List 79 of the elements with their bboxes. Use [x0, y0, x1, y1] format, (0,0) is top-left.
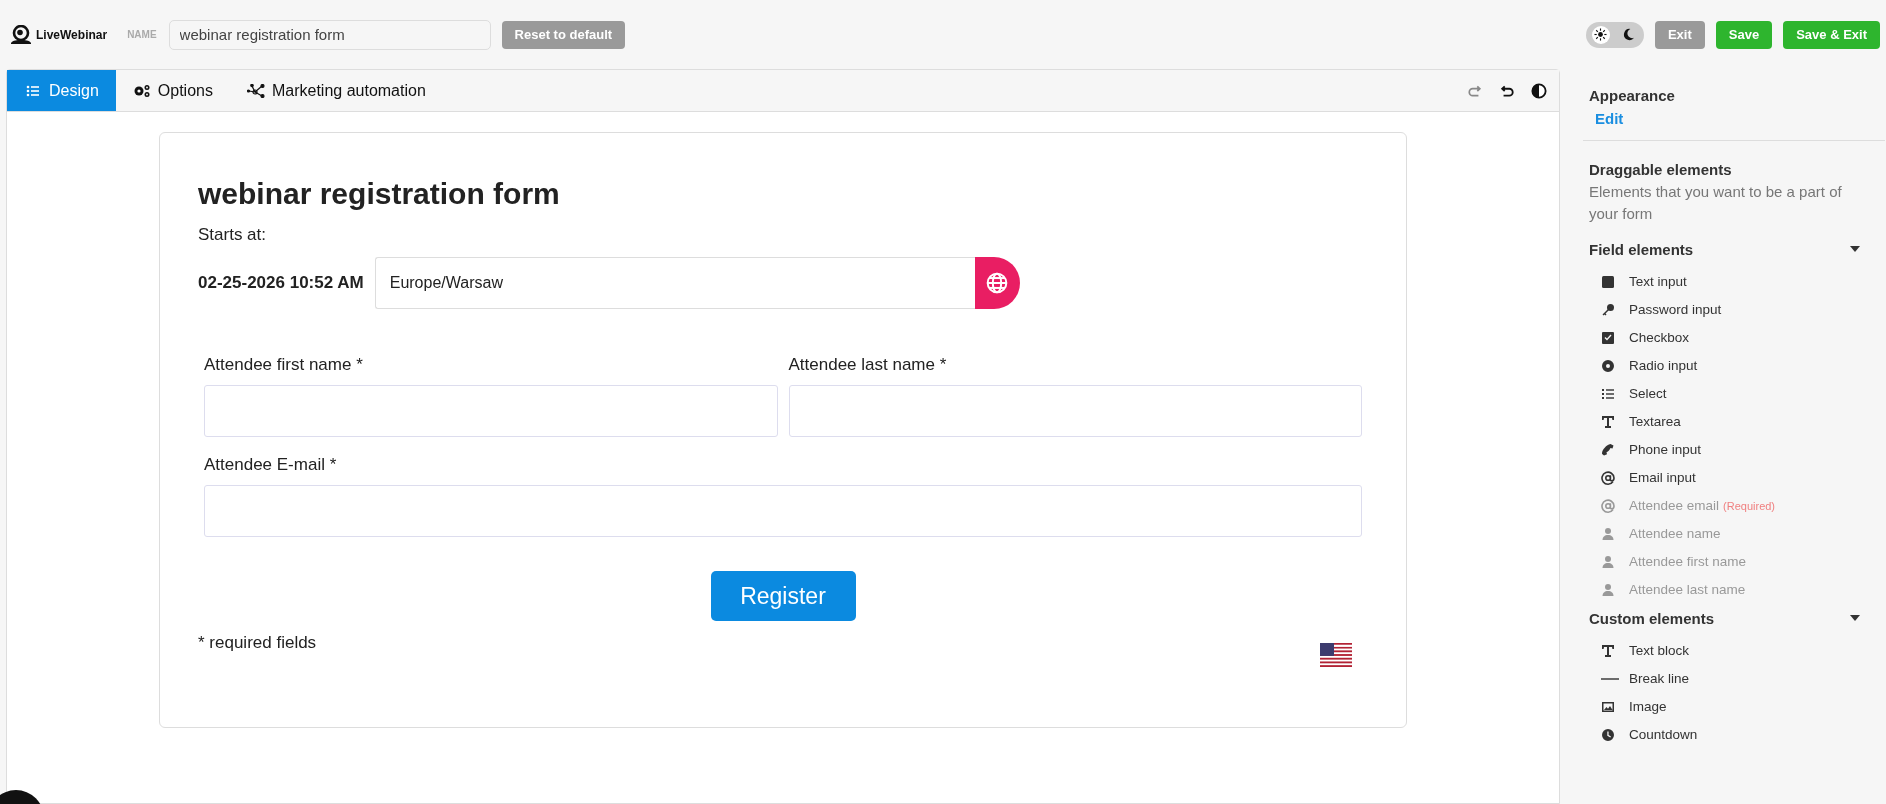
- draggable-item[interactable]: Countdown: [1589, 720, 1860, 749]
- section-heading: Field elements: [1589, 240, 1694, 258]
- user-icon: [1601, 554, 1615, 569]
- text-icon: [1601, 414, 1615, 429]
- name-label: NAME: [127, 29, 157, 40]
- us-flag-icon[interactable]: [1320, 643, 1352, 667]
- at-sign-icon: [1601, 498, 1615, 513]
- square-icon: [1601, 274, 1615, 289]
- field-label: Attendee E-mail *: [204, 455, 338, 475]
- required-note: * required fields: [198, 633, 317, 653]
- item-label: Attendee email: [1629, 498, 1720, 513]
- item-label: Countdown: [1629, 727, 1698, 742]
- tab[interactable]: Marketing automation: [229, 70, 443, 111]
- item-label: Password input: [1629, 302, 1722, 317]
- item-label: Text input: [1629, 274, 1687, 289]
- draggable-item[interactable]: Checkbox: [1589, 323, 1860, 352]
- phone-icon: [1601, 442, 1615, 457]
- item-label: Attendee first name: [1629, 554, 1747, 569]
- starts-label: Starts at:: [198, 225, 268, 245]
- user-icon: [1601, 526, 1615, 541]
- name-field[interactable]: webinar registration form: [168, 19, 491, 50]
- user-icon: [1601, 582, 1615, 597]
- item-label: Select: [1629, 386, 1667, 401]
- draggable-item[interactable]: Text input: [1589, 267, 1860, 296]
- field-label: Attendee last name *: [788, 355, 948, 375]
- globe-button[interactable]: [974, 257, 1020, 309]
- globe-icon: [986, 272, 1009, 294]
- register-button[interactable]: Register: [710, 571, 856, 621]
- item-label: Phone input: [1629, 442, 1702, 457]
- tab[interactable]: Options: [115, 70, 230, 111]
- radio-icon: [1601, 358, 1615, 373]
- at-sign-icon: [1601, 470, 1615, 485]
- list-icon: [1601, 386, 1615, 401]
- draggable-heading: Draggable elements: [1589, 161, 1733, 178]
- item-label: Break line: [1629, 671, 1690, 686]
- logo-text: LiveWebinar: [36, 27, 108, 42]
- draggable-item[interactable]: Phone input: [1589, 435, 1860, 464]
- start-date: 02-25-2026 10:52 AM: [198, 273, 364, 293]
- item-label: Email input: [1629, 470, 1696, 485]
- input-field[interactable]: [204, 385, 778, 437]
- checkbox-icon: [1601, 330, 1615, 345]
- item-label: Textarea: [1629, 414, 1681, 429]
- appearance-heading: Appearance: [1589, 87, 1676, 104]
- image-icon: [1601, 699, 1615, 714]
- key-icon: [1601, 302, 1615, 317]
- draggable-item[interactable]: Break line: [1589, 664, 1860, 693]
- tab[interactable]: Design: [7, 70, 116, 111]
- timezone-field[interactable]: Europe/Warsaw: [374, 257, 975, 309]
- draggable-description: Elements that you want to be a part of your form: [1589, 182, 1843, 224]
- input-field[interactable]: [788, 385, 1362, 437]
- item-label: Radio input: [1629, 358, 1698, 373]
- sun-icon[interactable]: [1591, 25, 1610, 44]
- logo-icon: [10, 24, 32, 45]
- field-label: Attendee first name *: [204, 355, 364, 375]
- theme-toggle[interactable]: [1585, 21, 1644, 48]
- draggable-item[interactable]: Textarea: [1589, 407, 1860, 436]
- caret-icon[interactable]: [1850, 615, 1860, 621]
- draggable-item[interactable]: Image: [1589, 692, 1860, 721]
- item-label: Image: [1629, 699, 1667, 714]
- list-icon: [24, 83, 42, 98]
- contrast-icon[interactable]: [1531, 82, 1547, 99]
- required-tag: (Required): [1723, 499, 1776, 512]
- item-label: Text block: [1629, 643, 1690, 658]
- input-field[interactable]: [204, 485, 1362, 537]
- clock-icon: [1601, 727, 1615, 742]
- gears-icon: [132, 83, 151, 98]
- item-label: Attendee last name: [1629, 582, 1746, 597]
- item-label: Attendee name: [1629, 526, 1721, 541]
- item-label: Checkbox: [1629, 330, 1690, 345]
- form-title: webinar registration form: [198, 177, 561, 211]
- draggable-item[interactable]: Password input: [1589, 295, 1860, 324]
- network-icon: [246, 83, 265, 98]
- section-heading: Custom elements: [1589, 609, 1715, 627]
- draggable-item[interactable]: Radio input: [1589, 351, 1860, 380]
- caret-icon[interactable]: [1850, 246, 1860, 252]
- text-icon: [1601, 643, 1615, 658]
- draggable-item[interactable]: Select: [1589, 379, 1860, 408]
- draggable-item[interactable]: Text block: [1589, 636, 1860, 665]
- draggable-item[interactable]: Email input: [1589, 463, 1860, 492]
